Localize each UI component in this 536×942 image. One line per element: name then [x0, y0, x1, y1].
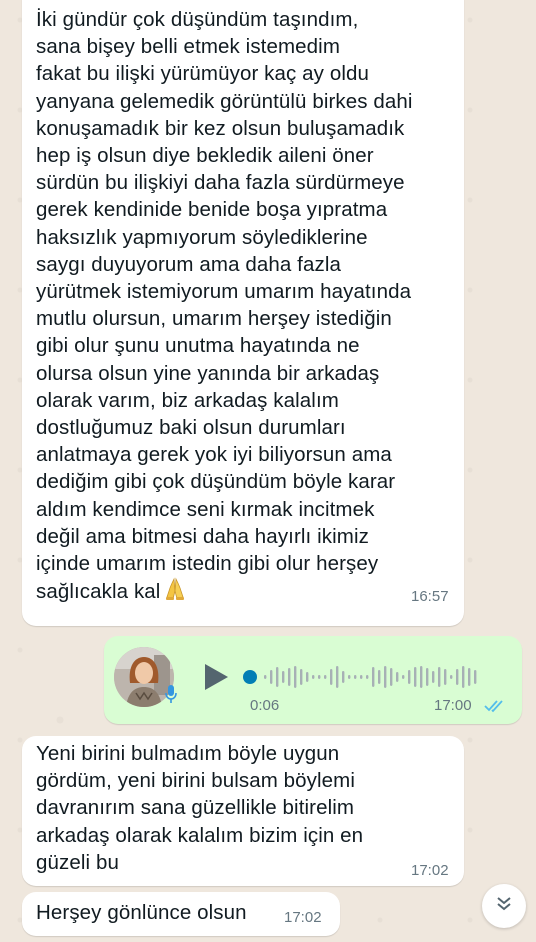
scroll-to-bottom-button[interactable]	[482, 884, 526, 928]
waveform-bar	[306, 672, 309, 682]
waveform-bar	[270, 670, 273, 684]
message-time: 17:02	[284, 909, 322, 926]
waveform-bar	[342, 671, 345, 683]
incoming-message[interactable]: Herşey gönlünce olsun 17:02	[22, 892, 340, 936]
waveform-bar	[312, 675, 315, 679]
waveform-progress-knob[interactable]	[243, 670, 257, 684]
waveform-bar	[288, 668, 291, 686]
waveform-bar	[264, 675, 267, 679]
waveform-bar	[420, 666, 423, 688]
incoming-message[interactable]: Yeni birini bulmadım böyle uygun gördüm,…	[22, 736, 464, 886]
waveform-bar	[378, 670, 381, 684]
waveform-bar	[408, 670, 411, 684]
waveform-bar	[426, 668, 429, 686]
waveform-bar	[456, 669, 459, 685]
waveform-bar	[468, 668, 471, 686]
waveform-bar	[366, 675, 369, 679]
message-text: İki gündür çok düşündüm taşındım, sana b…	[36, 8, 413, 604]
waveform-bar	[282, 671, 285, 683]
waveform-bar	[372, 667, 375, 687]
folded-hands-emoji-icon	[164, 577, 186, 601]
double-chevron-down-icon	[494, 894, 514, 919]
message-time: 16:57	[411, 588, 449, 605]
waveform-bar	[462, 666, 465, 688]
waveform-bar	[396, 672, 399, 682]
waveform-bar	[324, 675, 327, 679]
mic-icon	[164, 684, 178, 709]
waveform-bar	[276, 667, 279, 687]
voice-duration: 0:06	[250, 697, 280, 714]
waveform-bar	[414, 667, 417, 687]
waveform-bar	[444, 669, 447, 685]
waveform-bar	[300, 669, 303, 685]
waveform-bar	[336, 666, 339, 688]
message-text: Herşey gönlünce olsun	[36, 901, 247, 924]
waveform-bar	[330, 669, 333, 685]
incoming-message[interactable]: İki gündür çok düşündüm taşındım, sana b…	[22, 0, 464, 626]
waveform-bar	[402, 675, 405, 679]
message-time: 17:00	[434, 697, 472, 714]
waveform-bar	[354, 675, 357, 679]
message-text: Yeni birini bulmadım böyle uygun gördüm,…	[36, 742, 364, 874]
waveform-bar	[432, 671, 435, 683]
voice-waveform[interactable]	[242, 662, 482, 697]
waveform-bar	[390, 668, 393, 686]
waveform-bar	[360, 675, 363, 679]
double-check-read-icon	[484, 699, 506, 718]
waveform-bar	[450, 675, 453, 679]
outgoing-voice-message[interactable]: 0:06 17:00	[104, 636, 522, 724]
waveform-bar	[384, 666, 387, 688]
waveform-bar	[474, 670, 477, 684]
waveform-bar	[294, 666, 297, 688]
play-icon[interactable]	[202, 662, 230, 697]
waveform-bar	[348, 675, 351, 679]
waveform-bar	[438, 667, 441, 687]
message-time: 17:02	[411, 862, 449, 879]
waveform-bar	[318, 675, 321, 679]
